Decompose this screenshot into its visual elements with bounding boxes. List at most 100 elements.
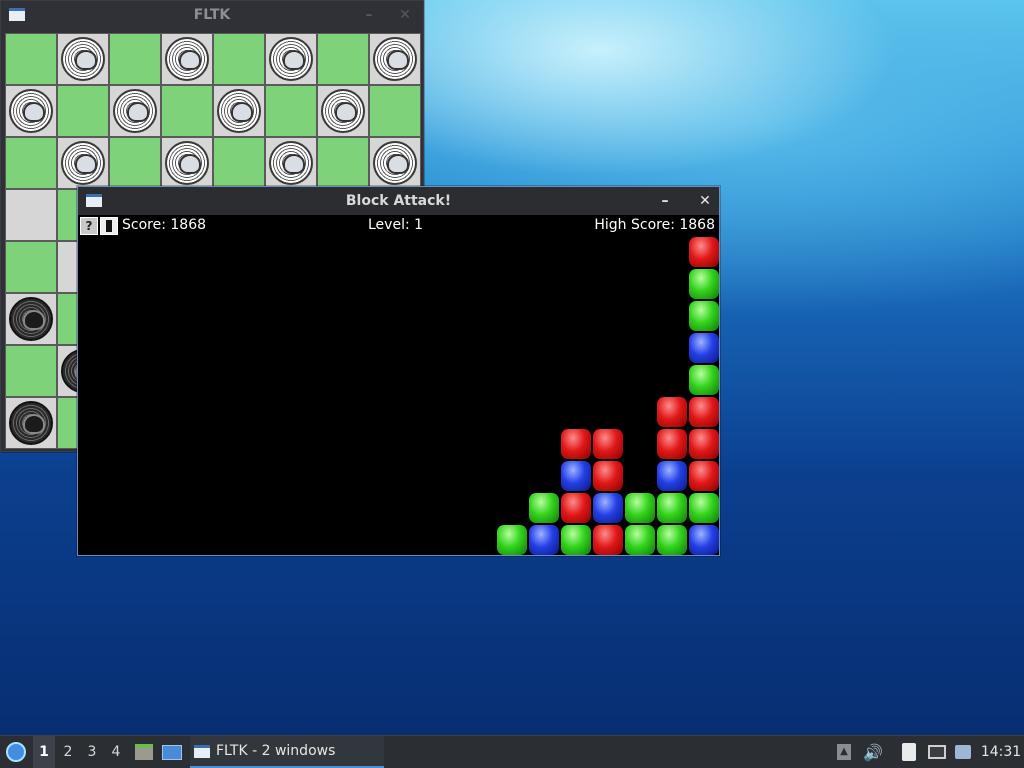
white-checker-piece[interactable]: [217, 89, 261, 133]
black-checker-piece[interactable]: [9, 401, 53, 445]
white-checker-piece[interactable]: [321, 89, 365, 133]
red-block: [593, 429, 623, 459]
white-checker-piece[interactable]: [373, 37, 417, 81]
board-square[interactable]: [213, 85, 265, 137]
block-attack-titlebar[interactable]: Block Attack! – ✕: [78, 187, 719, 215]
board-square[interactable]: [109, 33, 161, 85]
show-desktop-button[interactable]: [160, 736, 184, 768]
white-checker-piece[interactable]: [269, 141, 313, 185]
blue-block: [689, 525, 719, 555]
task-label: FLTK - 2 windows: [216, 743, 336, 759]
board-square[interactable]: [265, 85, 317, 137]
white-checker-piece[interactable]: [165, 141, 209, 185]
taskbar-task-fltk[interactable]: FLTK - 2 windows: [190, 736, 384, 768]
lxqt-logo-icon: [6, 742, 26, 762]
board-square[interactable]: [109, 85, 161, 137]
board-square[interactable]: [5, 241, 57, 293]
board-square[interactable]: [5, 293, 57, 345]
taskbar: 1 2 3 4 FLTK - 2 windows ▲ 🔊 14:31: [0, 735, 1024, 768]
black-checker-piece[interactable]: [9, 297, 53, 341]
arrow-up-icon: ▲: [837, 744, 851, 760]
blue-block: [689, 333, 719, 363]
green-block: [689, 301, 719, 331]
white-checker-piece[interactable]: [165, 37, 209, 81]
clock[interactable]: 14:31: [978, 736, 1024, 768]
white-checker-piece[interactable]: [373, 141, 417, 185]
board-square[interactable]: [265, 33, 317, 85]
board-square[interactable]: [5, 33, 57, 85]
fltk-titlebar[interactable]: FLTK – ✕: [1, 1, 423, 29]
volume-icon[interactable]: 🔊: [862, 736, 884, 768]
blue-block: [529, 525, 559, 555]
green-block: [689, 365, 719, 395]
board-square[interactable]: [265, 137, 317, 189]
board-square[interactable]: [213, 33, 265, 85]
white-checker-piece[interactable]: [61, 141, 105, 185]
red-block: [561, 429, 591, 459]
board-square[interactable]: [317, 33, 369, 85]
white-checker-piece[interactable]: [269, 37, 313, 81]
green-block: [625, 493, 655, 523]
help-button[interactable]: ?: [80, 217, 98, 235]
workspace-1[interactable]: 1: [33, 736, 55, 768]
close-icon[interactable]: ✕: [395, 5, 415, 25]
level-text: Level: 1: [368, 217, 424, 233]
board-square[interactable]: [317, 137, 369, 189]
board-square[interactable]: [369, 85, 421, 137]
game-area[interactable]: ? Score: 1868 Level: 1 High Score: 1868: [78, 215, 719, 555]
red-block: [593, 525, 623, 555]
board-square[interactable]: [57, 85, 109, 137]
window-icon: [194, 744, 210, 758]
clipboard-icon[interactable]: [898, 736, 920, 768]
board-square[interactable]: [213, 137, 265, 189]
green-block: [497, 525, 527, 555]
red-block: [657, 397, 687, 427]
workspace-2[interactable]: 2: [57, 736, 79, 768]
green-block: [529, 493, 559, 523]
workspace-4[interactable]: 4: [105, 736, 127, 768]
white-checker-piece[interactable]: [9, 89, 53, 133]
window-icon: [86, 194, 102, 207]
board-square[interactable]: [5, 345, 57, 397]
board-square[interactable]: [161, 137, 213, 189]
board-square[interactable]: [5, 189, 57, 241]
red-block: [561, 493, 591, 523]
green-block: [561, 525, 591, 555]
desktop-icon: [162, 744, 182, 760]
window-icon: [9, 8, 25, 21]
green-block: [689, 493, 719, 523]
red-block: [657, 429, 687, 459]
minimize-icon[interactable]: –: [655, 191, 675, 211]
board-square[interactable]: [369, 137, 421, 189]
file-manager-launcher[interactable]: [132, 736, 156, 768]
high-score-text: High Score: 1868: [594, 217, 715, 233]
board-square[interactable]: [5, 137, 57, 189]
blue-block: [657, 461, 687, 491]
red-block: [689, 429, 719, 459]
board-square[interactable]: [369, 33, 421, 85]
white-checker-piece[interactable]: [61, 37, 105, 81]
board-square[interactable]: [5, 85, 57, 137]
minimize-icon[interactable]: –: [359, 5, 379, 25]
file-manager-icon: [135, 744, 153, 760]
red-block: [689, 397, 719, 427]
app-menu-button[interactable]: [4, 736, 28, 768]
network-icon[interactable]: [926, 736, 948, 768]
board-square[interactable]: [161, 85, 213, 137]
board-square[interactable]: [317, 85, 369, 137]
tray-expand-button[interactable]: ▲: [834, 736, 854, 768]
update-notifier-icon[interactable]: [952, 736, 974, 768]
red-block: [689, 461, 719, 491]
board-square[interactable]: [161, 33, 213, 85]
board-square[interactable]: [109, 137, 161, 189]
pause-icon: [106, 220, 112, 232]
board-square[interactable]: [5, 397, 57, 449]
pause-button[interactable]: [100, 217, 118, 235]
green-block: [689, 269, 719, 299]
board-square[interactable]: [57, 33, 109, 85]
close-icon[interactable]: ✕: [695, 191, 715, 211]
block-attack-window: Block Attack! – ✕ ? Score: 1868 Level: 1…: [77, 186, 720, 556]
white-checker-piece[interactable]: [113, 89, 157, 133]
board-square[interactable]: [57, 137, 109, 189]
workspace-3[interactable]: 3: [81, 736, 103, 768]
